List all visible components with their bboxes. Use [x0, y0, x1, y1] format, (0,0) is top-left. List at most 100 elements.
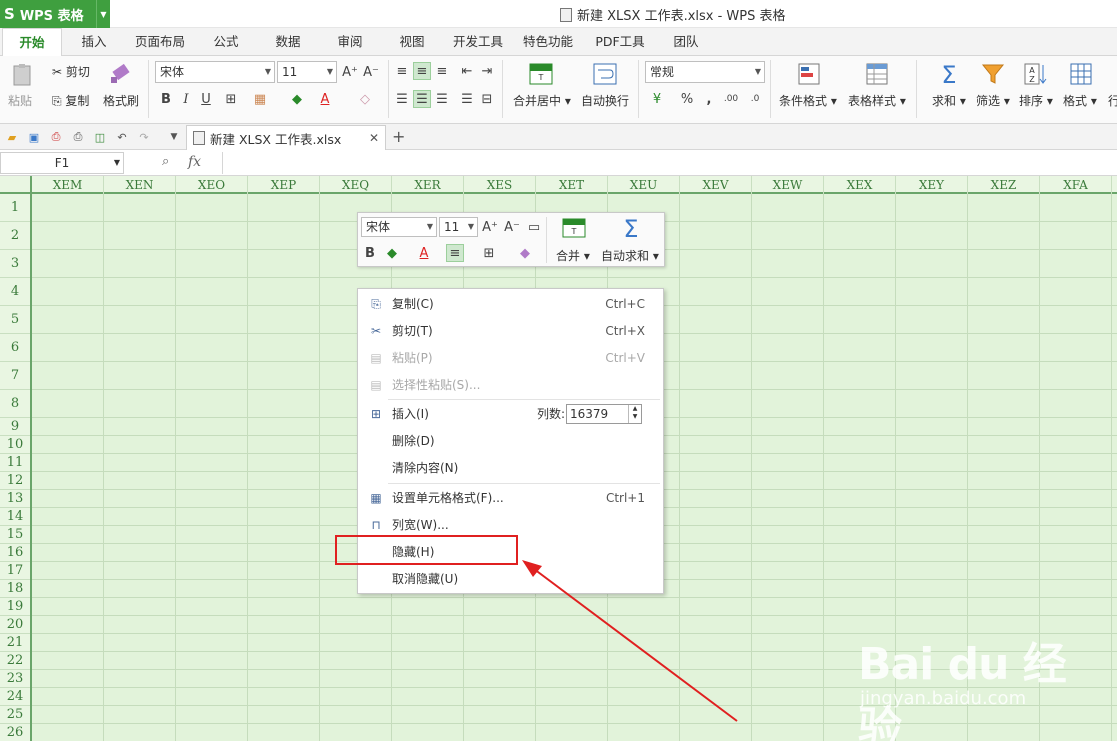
- merge-center-button[interactable]: 合并居中 ▾: [513, 92, 571, 109]
- sort-icon[interactable]: AZ: [1022, 61, 1048, 87]
- sum-button[interactable]: 求和 ▾: [932, 92, 966, 109]
- row-header[interactable]: 9: [0, 418, 30, 436]
- distributed-icon[interactable]: ⊟: [478, 90, 496, 108]
- new-tab-icon[interactable]: +: [392, 127, 405, 146]
- paste-icon[interactable]: [10, 62, 36, 88]
- document-tab[interactable]: 新建 XLSX 工作表.xlsx ✕: [186, 125, 386, 150]
- column-header[interactable]: XEQ: [320, 176, 392, 194]
- tab-view[interactable]: 视图: [388, 28, 436, 56]
- merge-center-icon[interactable]: T: [528, 61, 554, 87]
- indent-increase-icon[interactable]: ⇥: [478, 62, 496, 80]
- number-format-select[interactable]: 常规 ▼: [645, 61, 765, 83]
- row-header[interactable]: 4: [0, 278, 30, 306]
- menu-item-clear-contents[interactable]: 清除内容(N): [358, 455, 663, 481]
- menu-item-format-cells[interactable]: ▦ 设置单元格格式(F)... Ctrl+1: [358, 485, 663, 511]
- menu-item-paste[interactable]: ▤ 粘贴(P) Ctrl+V: [358, 345, 663, 371]
- customize-toolbar-icon[interactable]: ▼: [166, 129, 182, 145]
- row-header[interactable]: 15: [0, 526, 30, 544]
- formula-input[interactable]: [222, 152, 1117, 174]
- row-header[interactable]: 18: [0, 580, 30, 598]
- tab-page-layout[interactable]: 页面布局: [130, 28, 190, 56]
- decrease-font-icon[interactable]: A⁻: [362, 63, 380, 81]
- row-header[interactable]: 26: [0, 724, 30, 741]
- merge-icon[interactable]: T: [561, 217, 587, 239]
- row-header[interactable]: 6: [0, 334, 30, 362]
- export-pdf-icon[interactable]: ⎙: [48, 129, 64, 145]
- stepper-arrows-icon[interactable]: ▲ ▼: [628, 405, 641, 423]
- column-header[interactable]: XEN: [104, 176, 176, 194]
- table-style-button[interactable]: 表格样式 ▾: [848, 92, 906, 109]
- font-size-select[interactable]: 11 ▼: [277, 61, 337, 83]
- row-header[interactable]: 2: [0, 222, 30, 250]
- bold-icon[interactable]: B: [157, 90, 175, 108]
- column-header[interactable]: XEM: [32, 176, 104, 194]
- column-header[interactable]: XEY: [896, 176, 968, 194]
- align-top-icon[interactable]: ≡: [393, 62, 411, 80]
- select-all-corner[interactable]: [0, 176, 32, 194]
- redo-icon[interactable]: ↷: [136, 129, 152, 145]
- row-header[interactable]: 23: [0, 670, 30, 688]
- column-header[interactable]: XEV: [680, 176, 752, 194]
- insert-function-icon[interactable]: fx: [188, 154, 201, 170]
- tab-review[interactable]: 审阅: [326, 28, 374, 56]
- increase-decimal-icon[interactable]: .00: [722, 90, 740, 108]
- borders-icon[interactable]: ⊞: [222, 90, 240, 108]
- row-header[interactable]: 3: [0, 250, 30, 278]
- row-header[interactable]: 14: [0, 508, 30, 526]
- wrap-text-icon[interactable]: [592, 61, 618, 87]
- filter-icon[interactable]: [980, 61, 1006, 87]
- comma-icon[interactable]: ,: [700, 90, 718, 108]
- column-header[interactable]: XFA: [1040, 176, 1112, 194]
- row-header[interactable]: 8: [0, 390, 30, 418]
- sum-icon[interactable]: Σ: [618, 215, 644, 243]
- tab-insert[interactable]: 插入: [70, 28, 118, 56]
- align-middle-icon[interactable]: ≡: [413, 62, 431, 80]
- row-header[interactable]: 1: [0, 194, 30, 222]
- mini-autosum-button[interactable]: 自动求和 ▾: [601, 247, 659, 264]
- tab-formulas[interactable]: 公式: [202, 28, 250, 56]
- zoom-search-icon[interactable]: ⌕: [162, 154, 169, 169]
- sum-icon[interactable]: Σ: [936, 61, 962, 89]
- mini-clear-icon[interactable]: ▭: [525, 218, 543, 236]
- column-header[interactable]: XEZ: [968, 176, 1040, 194]
- font-color-icon[interactable]: A: [415, 244, 433, 262]
- tab-features[interactable]: 特色功能: [518, 28, 578, 56]
- justify-icon[interactable]: ☰: [458, 90, 476, 108]
- bold-icon[interactable]: B: [361, 244, 379, 262]
- name-box[interactable]: F1 ▼: [0, 152, 124, 174]
- mini-merge-button[interactable]: 合并 ▾: [556, 247, 590, 264]
- mini-font-name-select[interactable]: 宋体 ▼: [361, 217, 437, 237]
- menu-item-insert[interactable]: ⊞ 插入(I) 列数: 16379 ▲ ▼: [358, 401, 663, 427]
- cut-button[interactable]: ✂ 剪切: [52, 63, 90, 80]
- row-col-button[interactable]: 行: [1108, 92, 1117, 109]
- column-header[interactable]: XER: [392, 176, 464, 194]
- row-header[interactable]: 24: [0, 688, 30, 706]
- conditional-format-button[interactable]: 条件格式 ▾: [779, 92, 837, 109]
- column-header[interactable]: XEU: [608, 176, 680, 194]
- row-header[interactable]: 17: [0, 562, 30, 580]
- paste-button[interactable]: 粘贴: [8, 92, 32, 109]
- row-header[interactable]: 10: [0, 436, 30, 454]
- increase-font-icon[interactable]: A⁺: [481, 218, 499, 236]
- print-icon[interactable]: ⎙: [70, 129, 86, 145]
- format-painter-icon[interactable]: [108, 61, 134, 87]
- format-painter-icon[interactable]: ◆: [516, 244, 534, 262]
- percent-icon[interactable]: %: [678, 90, 696, 108]
- row-header[interactable]: 21: [0, 634, 30, 652]
- row-header[interactable]: 7: [0, 362, 30, 390]
- row-header[interactable]: 25: [0, 706, 30, 724]
- format-button[interactable]: 格式 ▾: [1063, 92, 1097, 109]
- menu-item-cut[interactable]: ✂ 剪切(T) Ctrl+X: [358, 318, 663, 344]
- currency-icon[interactable]: ¥: [648, 90, 666, 108]
- indent-decrease-icon[interactable]: ⇤: [458, 62, 476, 80]
- menu-item-delete[interactable]: 删除(D): [358, 428, 663, 454]
- fill-color-icon[interactable]: ◆: [288, 90, 306, 108]
- format-icon[interactable]: [1068, 61, 1094, 87]
- column-header[interactable]: XEO: [176, 176, 248, 194]
- row-header[interactable]: 13: [0, 490, 30, 508]
- row-header[interactable]: 16: [0, 544, 30, 562]
- row-header[interactable]: 20: [0, 616, 30, 634]
- row-header[interactable]: 11: [0, 454, 30, 472]
- column-header[interactable]: XEP: [248, 176, 320, 194]
- align-center-icon[interactable]: ≡: [446, 244, 464, 262]
